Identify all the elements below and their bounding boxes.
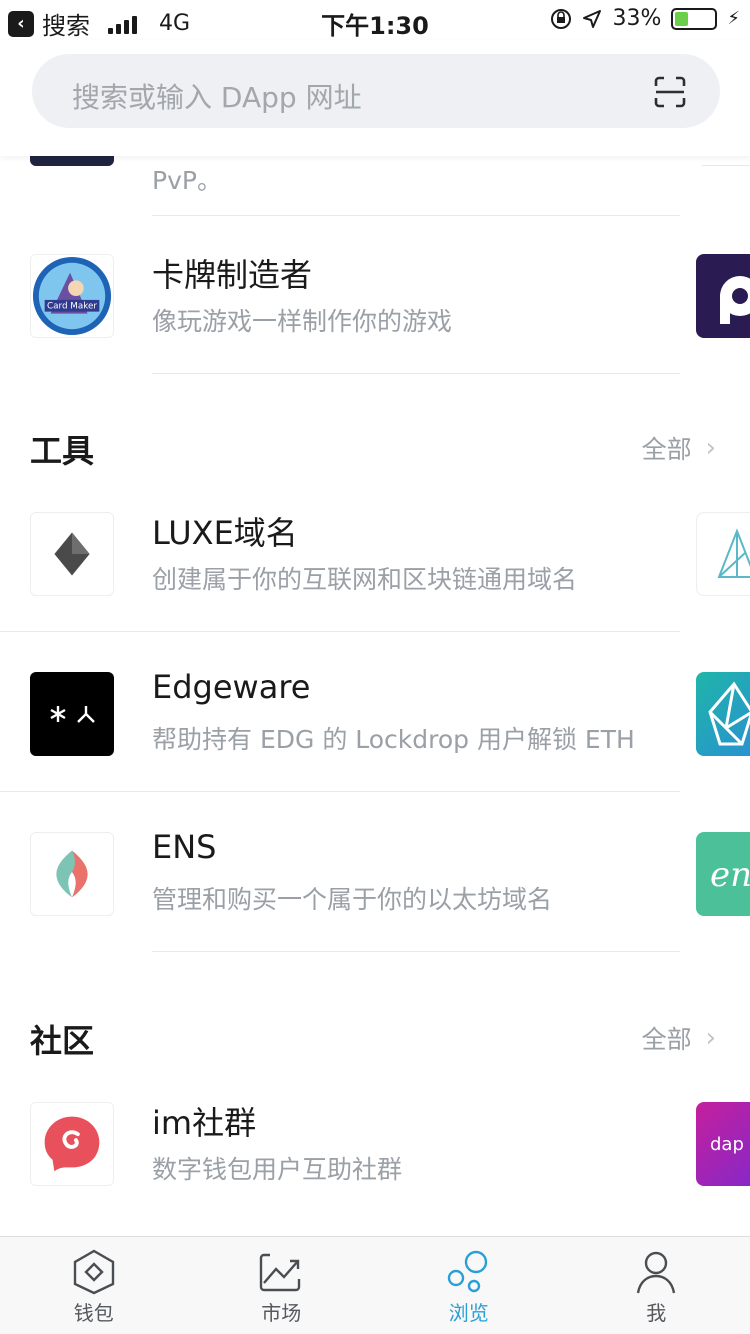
list-item-desc: 帮助持有 EDG 的 Lockdrop 用户解锁 ETH [152,725,635,754]
list-item-desc: 数字钱包用户互助社群 [152,1155,403,1184]
list-item-partial[interactable]: PvP。 [0,156,750,216]
rotation-lock-icon [551,8,572,29]
profile-icon [637,1251,676,1294]
svg-text:en: en [710,855,750,895]
see-all-link[interactable]: 全部 › [642,430,716,466]
chevron-right-icon: › [705,433,716,463]
list-item-title: 卡牌制造者 [152,256,313,294]
tab-label: 市场 [261,1301,302,1325]
list-item-ens[interactable]: ENS 管理和购买一个属于你的以太坊域名 en [0,792,750,952]
peek-app-icon[interactable]: en [696,832,750,916]
wallet-icon [73,1249,114,1295]
list-item-desc: 创建属于你的互联网和区块链通用域名 [152,565,578,594]
location-arrow-icon [583,9,602,28]
svg-text:dap: dap [710,1134,744,1155]
list-item-title: im社群 [152,1104,257,1142]
list-item-desc: 像玩游戏一样制作你的游戏 [152,307,453,336]
ens-icon [30,832,114,916]
see-all-link[interactable]: 全部 › [642,1020,716,1056]
status-bar: ‹ 搜索 4G 下午1:30 33% ⚡ [0,0,750,40]
search-placeholder: 搜索或输入 DApp 网址 [72,81,362,114]
list-item-im-community[interactable]: im社群 数字钱包用户互助社群 dap [0,1062,750,1222]
search-input[interactable]: 搜索或输入 DApp 网址 [32,54,720,128]
list-item-card-maker[interactable]: Card Maker 卡牌制造者 像玩游戏一样制作你的游戏 [0,214,750,374]
tab-wallet[interactable]: 钱包 [0,1237,188,1334]
list-item-title: Edgeware [152,668,311,706]
peek-app-icon[interactable] [696,512,750,596]
chat-bubble-icon [30,1102,114,1186]
list-item-desc: PvP。 [152,166,222,195]
peek-app-icon[interactable] [696,672,750,756]
see-all-label: 全部 [641,1025,692,1054]
tab-bar: 钱包 市场 浏览 我 [0,1236,750,1334]
tab-market[interactable]: 市场 [188,1237,376,1334]
section-title: 工具 [30,432,95,470]
partial-app-icon [30,156,114,166]
dapp-list: PvP。 Card Maker 卡牌制造者 像玩游戏一样制作你的游戏 工具 全部… [0,156,750,1236]
edgeware-icon [30,672,114,756]
list-item-desc: 管理和购买一个属于你的以太坊域名 [152,885,553,914]
peek-app-icon[interactable] [696,254,750,338]
svg-text:Card Maker: Card Maker [47,302,97,312]
tab-label: 钱包 [73,1301,114,1325]
tab-profile[interactable]: 我 [563,1237,750,1334]
tab-label: 浏览 [448,1301,489,1325]
list-item-luxe[interactable]: LUXE域名 创建属于你的互联网和区块链通用域名 [0,472,750,632]
list-item-title: LUXE域名 [152,514,298,552]
peek-app-icon[interactable]: dap [696,1102,750,1186]
market-icon [260,1253,301,1292]
card-maker-logo: Card Maker [30,254,114,338]
tab-browse[interactable]: 浏览 [375,1237,563,1334]
list-item-edgeware[interactable]: Edgeware 帮助持有 EDG 的 Lockdrop 用户解锁 ETH [0,632,750,792]
browse-icon [447,1250,487,1293]
section-title: 社区 [30,1022,95,1060]
search-header: 搜索或输入 DApp 网址 [0,40,750,156]
scan-icon[interactable] [654,76,686,108]
see-all-label: 全部 [641,435,692,464]
diamond-icon [30,512,114,596]
battery-icon [671,7,718,30]
charging-bolt-icon: ⚡ [727,8,740,29]
battery-percent: 33% [612,6,662,31]
list-item-title: ENS [152,828,217,866]
divider [152,951,680,952]
tab-label: 我 [646,1301,667,1325]
chevron-right-icon: › [705,1023,716,1053]
